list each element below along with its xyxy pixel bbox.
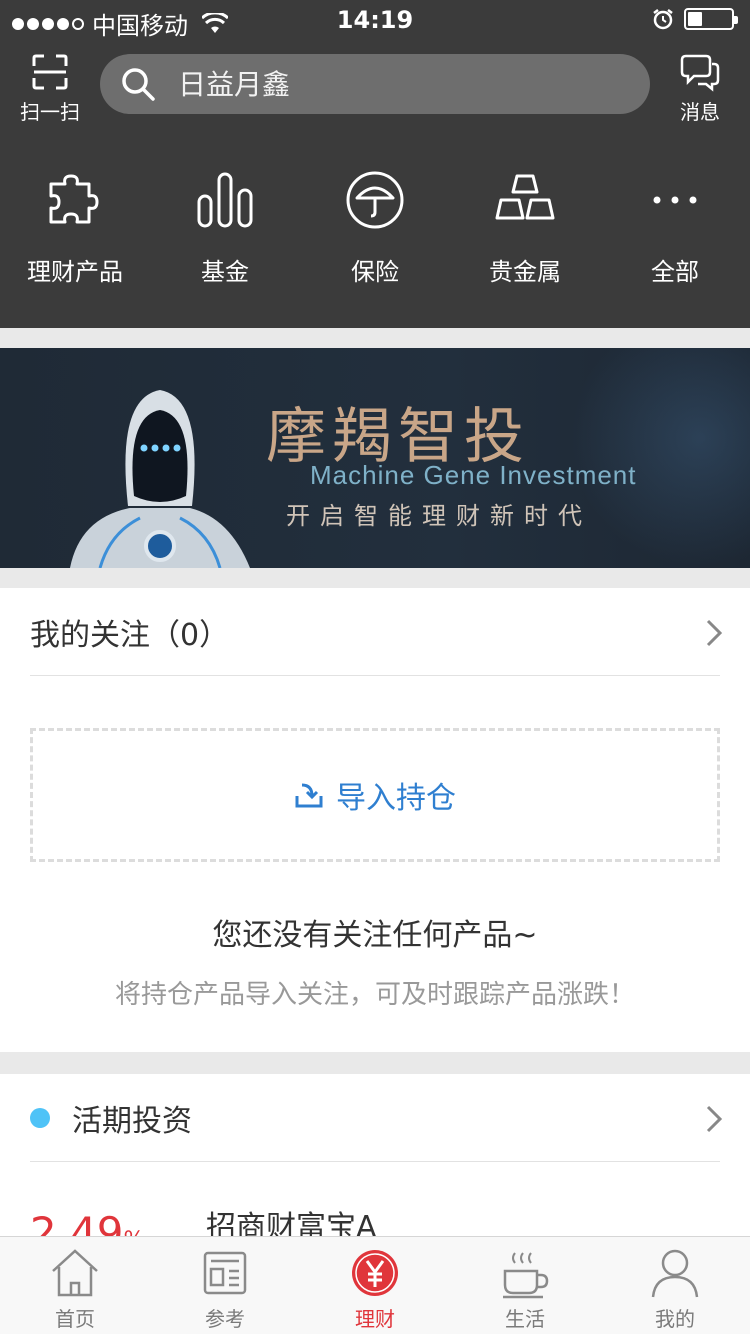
- message-label: 消息: [680, 100, 720, 124]
- scan-icon: [32, 54, 68, 90]
- quick-nav-label: 基金: [201, 258, 249, 286]
- import-icon: [295, 783, 323, 808]
- banner-subtitle-en: Machine Gene Investment: [310, 460, 637, 490]
- tab-label: 参考: [205, 1307, 245, 1331]
- quick-nav-label: 贵金属: [489, 258, 561, 286]
- tab-label: 首页: [55, 1307, 95, 1331]
- scan-button[interactable]: 扫一扫: [14, 52, 86, 125]
- quick-nav-insurance[interactable]: 保险: [300, 168, 450, 287]
- search-icon: [122, 68, 155, 101]
- import-holdings-button[interactable]: 导入持仓: [30, 728, 720, 862]
- quick-nav: 理财产品 基金 保险 贵金属 全部: [0, 168, 750, 287]
- banner-glow: [570, 348, 750, 568]
- chevron-right-icon: [706, 619, 723, 647]
- status-bar: 中国移动 14:19: [0, 0, 750, 40]
- battery-icon: [684, 8, 738, 30]
- quick-nav-precious-metals[interactable]: 贵金属: [450, 168, 600, 287]
- message-icon: [680, 54, 720, 92]
- quick-nav-label: 理财产品: [27, 258, 123, 286]
- quick-nav-wealth-products[interactable]: 理财产品: [0, 168, 150, 287]
- gold-bars-icon: [495, 174, 555, 220]
- user-icon: [651, 1249, 699, 1298]
- status-time: 14:19: [336, 6, 414, 34]
- scan-label: 扫一扫: [20, 100, 80, 124]
- news-icon: [203, 1251, 247, 1295]
- empty-follow-title: 您还没有关注任何产品~: [212, 918, 538, 953]
- tab-life[interactable]: 生活: [450, 1237, 600, 1334]
- chevron-right-icon: [706, 1105, 723, 1133]
- home-icon: [52, 1249, 98, 1297]
- banner-subtitle-cn: 开启智能理财新时代: [286, 502, 592, 530]
- robot-illustration: [70, 390, 250, 568]
- message-button[interactable]: 消息: [668, 52, 732, 125]
- puzzle-icon: [49, 174, 99, 224]
- current-investment-title: 活期投资: [72, 1103, 192, 1139]
- current-investment-card: 活期投资 2.49% 招商财富宝A: [0, 1074, 750, 1257]
- tab-label: 理财: [355, 1307, 395, 1331]
- tab-reference[interactable]: 参考: [150, 1237, 300, 1334]
- quick-nav-fund[interactable]: 基金: [150, 168, 300, 287]
- tab-label: 生活: [505, 1307, 545, 1331]
- import-holdings-label: 导入持仓: [336, 781, 456, 816]
- yuan-icon: [352, 1250, 398, 1296]
- tab-mine[interactable]: 我的: [600, 1237, 750, 1334]
- section-dot-icon: [30, 1107, 50, 1128]
- my-follow-card: 我的关注（0） 导入持仓 您还没有关注任何产品~ 将持仓产品导入关注，可及时跟踪…: [0, 588, 750, 1052]
- promo-banner[interactable]: 摩羯智投 Machine Gene Investment 开启智能理财新时代: [0, 348, 750, 568]
- search-bar[interactable]: [100, 54, 650, 114]
- more-dots-icon: [653, 196, 697, 204]
- quick-nav-all[interactable]: 全部: [600, 168, 750, 287]
- tab-home[interactable]: 首页: [0, 1237, 150, 1334]
- my-follow-header[interactable]: 我的关注（0）: [30, 588, 723, 676]
- quick-nav-label: 保险: [351, 258, 399, 286]
- search-input[interactable]: [178, 67, 598, 101]
- empty-follow-subtitle: 将持仓产品导入关注，可及时跟踪产品涨跌！: [114, 980, 635, 1010]
- coffee-icon: [503, 1252, 549, 1299]
- header: 扫一扫 消息 理财产品 基金 保险 贵金属 全部: [0, 40, 750, 328]
- tab-wealth[interactable]: 理财: [300, 1237, 450, 1334]
- alarm-icon: [653, 9, 673, 30]
- bottom-tab-bar: 首页 参考 理财 生活 我的: [0, 1236, 750, 1334]
- tab-label: 我的: [655, 1307, 695, 1331]
- umbrella-icon: [346, 171, 404, 229]
- quick-nav-label: 全部: [651, 258, 699, 286]
- current-investment-header[interactable]: 活期投资: [30, 1074, 723, 1162]
- my-follow-title: 我的关注（0）: [30, 617, 230, 653]
- bar-chart-icon: [197, 172, 253, 228]
